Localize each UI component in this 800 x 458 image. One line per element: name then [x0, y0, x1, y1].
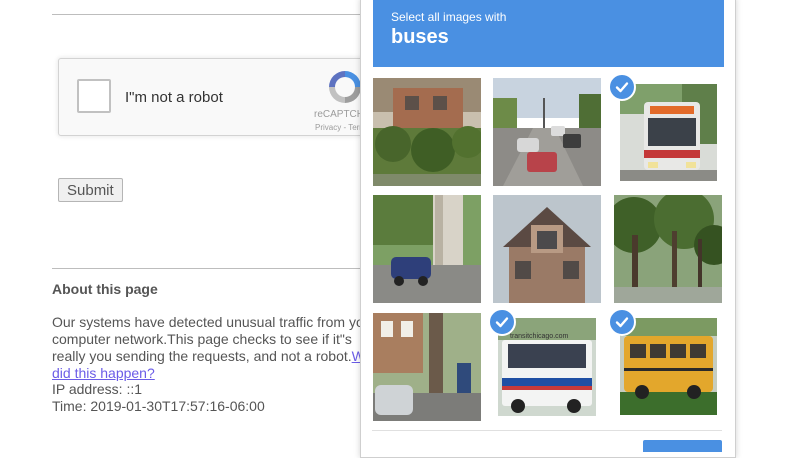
about-body: Our systems have detected unusual traffi…: [52, 314, 382, 382]
about-text: Our systems have detected unusual traffi…: [52, 314, 377, 364]
bus-destination-sign: transitchicago.com: [510, 333, 569, 340]
challenge-instruction: Select all images with: [391, 10, 507, 24]
recaptcha-widget: I"m not a robot reCAPTCHA Privacy - Term…: [58, 58, 378, 136]
ip-address: IP address: ::1: [52, 381, 143, 397]
image-tile-1[interactable]: [373, 78, 481, 186]
selected-check-icon: [608, 308, 636, 336]
recaptcha-label: I"m not a robot: [125, 89, 223, 106]
submit-button[interactable]: Submit: [58, 178, 123, 202]
recaptcha-logo-icon: [329, 71, 361, 103]
image-tile-2[interactable]: [493, 78, 601, 186]
image-tile-8[interactable]: transitchicago.com: [498, 318, 596, 416]
not-a-robot-checkbox[interactable]: [77, 79, 111, 113]
section-divider: [52, 268, 372, 269]
top-divider: [52, 14, 372, 15]
selected-check-icon: [608, 73, 636, 101]
selected-check-icon: [488, 308, 516, 336]
challenge-footer-divider: [372, 430, 722, 431]
challenge-target: buses: [391, 26, 449, 48]
verify-button[interactable]: [643, 440, 722, 452]
about-title: About this page: [52, 281, 158, 297]
image-tile-3[interactable]: [620, 84, 717, 181]
image-tile-6[interactable]: [614, 195, 722, 303]
challenge-header: Select all images with buses: [373, 0, 724, 67]
image-tile-4[interactable]: [373, 195, 481, 303]
timestamp: Time: 2019-01-30T17:57:16-06:00: [52, 398, 265, 414]
image-tile-7[interactable]: [373, 313, 481, 421]
image-tile-9[interactable]: [620, 318, 717, 415]
image-tile-5[interactable]: [493, 195, 601, 303]
